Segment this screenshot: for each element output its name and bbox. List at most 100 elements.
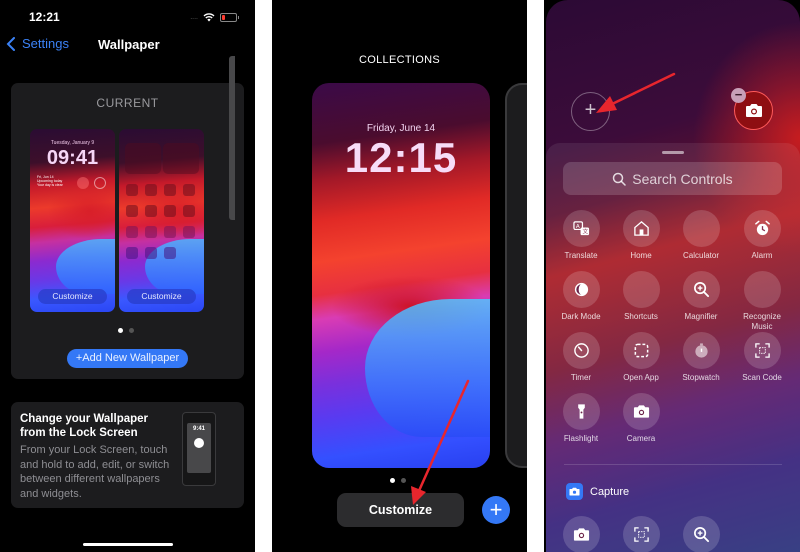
tip-title: Change your Wallpaper from the Lock Scre… <box>20 413 149 439</box>
add-control-slot[interactable]: + <box>571 92 610 131</box>
remove-control-button[interactable]: − <box>731 88 746 103</box>
lock-time: 09:41 <box>46 147 99 169</box>
lock-widget-ring <box>94 177 106 189</box>
home-indicator[interactable] <box>83 543 173 546</box>
lock-widget-circle <box>77 177 89 189</box>
magnifier-icon <box>682 516 720 552</box>
shortcuts-icon <box>622 271 660 308</box>
home-app-placeholder <box>145 226 157 238</box>
recognize-music-icon <box>743 271 781 308</box>
status-icons: .... <box>190 12 239 22</box>
control-calculator[interactable]: Calculator <box>671 210 731 261</box>
page-indicator[interactable] <box>118 328 134 333</box>
control-label: Camera <box>626 434 656 443</box>
svg-text:A: A <box>575 224 579 230</box>
control-dark-mode[interactable]: Dark Mode <box>551 271 611 322</box>
control-label: Shortcuts <box>624 312 658 321</box>
control-label: Open App <box>623 373 659 382</box>
capture-control[interactable] <box>611 516 671 552</box>
capture-section-icon <box>566 483 583 500</box>
chevron-left-icon <box>6 36 15 51</box>
add-wallpaper-plus-button[interactable]: + <box>482 496 510 524</box>
back-button-label: Settings <box>22 36 69 51</box>
navigation-bar: Settings Wallpaper <box>0 36 255 56</box>
lock-widget-text: Fri, Jun 14 Upcoming today Your day is c… <box>37 175 63 187</box>
control-label: Timer <box>570 373 592 382</box>
next-wallpaper-peek[interactable] <box>505 83 527 468</box>
customize-button[interactable]: Customize <box>337 493 464 527</box>
control-magnifier[interactable]: Magnifier <box>671 271 731 322</box>
control-label: Stopwatch <box>682 373 720 382</box>
control-shortcuts[interactable]: Shortcuts <box>611 271 671 322</box>
current-section-label: CURRENT <box>96 96 159 110</box>
home-app-placeholder <box>145 247 157 259</box>
page-dot[interactable] <box>401 478 406 483</box>
home-widget-placeholder <box>125 143 161 174</box>
home-app-placeholder <box>126 247 138 259</box>
preview-date: Friday, June 14 <box>366 123 436 134</box>
customize-lock-button[interactable]: Customize <box>38 289 107 304</box>
magnifier-icon <box>682 271 720 308</box>
flashlight-icon <box>562 393 600 430</box>
page-dot-active[interactable] <box>390 478 395 483</box>
control-translate[interactable]: A 文 Translate <box>551 210 611 261</box>
home-icon <box>622 210 660 247</box>
camera-icon <box>562 516 600 552</box>
status-time: 12:21 <box>29 10 60 24</box>
svg-text:文: 文 <box>582 228 588 236</box>
home-app-placeholder <box>183 226 195 238</box>
alarm-icon <box>743 210 781 247</box>
tip-body: From your Lock Screen, touch and hold to… <box>20 444 170 500</box>
translate-icon: A文 <box>562 210 600 247</box>
control-home[interactable]: Home <box>611 210 671 261</box>
dark-mode-icon <box>562 271 600 308</box>
page-dot-active[interactable] <box>118 328 123 333</box>
touch-point-icon <box>194 438 204 448</box>
collections-header: COLLECTIONS <box>359 54 440 66</box>
control-open-app[interactable]: Open App <box>611 332 671 383</box>
wifi-icon <box>203 13 215 22</box>
scan-code-icon <box>622 516 660 552</box>
home-app-placeholder <box>164 247 176 259</box>
home-app-placeholder <box>183 205 195 217</box>
home-widget-placeholder <box>163 143 199 174</box>
camera-icon <box>746 104 762 117</box>
search-controls-input[interactable]: Search Controls <box>563 162 782 195</box>
preview-time: 12:15 <box>344 134 458 181</box>
page-dot[interactable] <box>129 328 134 333</box>
control-stopwatch[interactable]: Stopwatch <box>671 332 731 383</box>
battery-low-icon <box>220 12 239 22</box>
home-app-placeholder <box>126 226 138 238</box>
add-new-wallpaper-button[interactable]: +Add New Wallpaper <box>67 349 188 368</box>
search-icon <box>613 172 627 186</box>
lock-screen-thumbnail[interactable]: Tuesday, January 9 09:41 Fri, Jun 14 Upc… <box>30 129 115 312</box>
control-recognize-music[interactable]: Recognize Music <box>732 271 792 331</box>
wallpaper-preview[interactable]: Friday, June 14 12:15 <box>312 83 490 468</box>
control-alarm[interactable]: Alarm <box>732 210 792 261</box>
calculator-icon <box>682 210 720 247</box>
camera-icon <box>569 487 580 496</box>
control-label: Magnifier <box>684 312 718 321</box>
capture-control[interactable] <box>551 516 611 552</box>
home-screen-thumbnail[interactable]: Customize <box>119 129 204 312</box>
capture-section-title: Capture <box>590 485 630 498</box>
home-app-placeholder <box>145 205 157 217</box>
control-scan-code[interactable]: Scan Code <box>732 332 792 383</box>
next-wallpaper-peek[interactable] <box>229 56 235 220</box>
home-app-placeholder <box>164 184 176 196</box>
page-indicator[interactable] <box>390 478 406 483</box>
capture-control[interactable] <box>671 516 731 552</box>
cellular-signal-icon: .... <box>190 13 198 21</box>
back-button[interactable]: Settings <box>6 36 69 51</box>
sheet-grabber[interactable] <box>662 151 684 154</box>
home-app-placeholder <box>126 184 138 196</box>
control-label: Home <box>630 251 652 260</box>
control-label: Scan Code <box>742 373 782 382</box>
wallpaper-collections-screen: COLLECTIONS Friday, June 14 12:15 Custom… <box>272 0 527 552</box>
customize-home-button[interactable]: Customize <box>127 289 196 304</box>
search-placeholder: Search Controls <box>632 170 733 187</box>
control-camera[interactable]: Camera <box>611 393 671 444</box>
control-flashlight[interactable]: Flashlight <box>551 393 611 444</box>
control-timer[interactable]: Timer <box>551 332 611 383</box>
phone-illustration-screen: 9:41 <box>187 423 211 473</box>
